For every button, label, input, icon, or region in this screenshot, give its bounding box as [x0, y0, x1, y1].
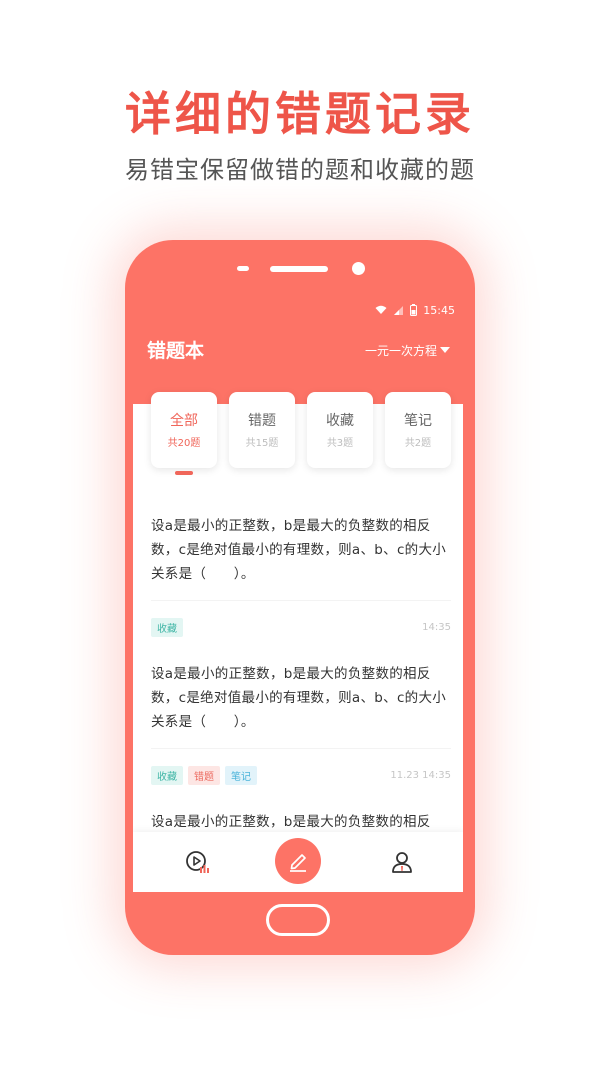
phone-speaker — [270, 266, 328, 272]
item-footer: 收藏 错题 笔记 11.23 14:35 — [151, 765, 451, 785]
active-tab-indicator — [175, 471, 193, 475]
tab-all[interactable]: 全部 共20题 — [151, 392, 217, 475]
tag-wrong: 错题 — [188, 765, 220, 785]
status-bar: 15:45 — [375, 302, 455, 318]
chapter-filter-dropdown[interactable]: 一元一次方程 — [365, 342, 450, 359]
phone-camera — [352, 262, 365, 275]
question-text: 设a是最小的正整数，b是最大的负整数的相反数，c是绝对值最小的有理数，则a、b、… — [151, 518, 447, 582]
category-tabs: 全部 共20题 错题 共15题 收藏 共3题 笔记 共2题 — [151, 392, 451, 475]
list-item[interactable]: 设a是最小的正整数，b是最大的负整数的相反数，c是绝对值最小的有理数，则a、b、… — [151, 662, 451, 810]
item-time: 11.23 14:35 — [390, 769, 451, 781]
tab-notes[interactable]: 笔记 共2题 — [385, 392, 451, 468]
user-icon — [392, 852, 412, 873]
bottom-nav — [133, 832, 463, 892]
tag-favorite: 收藏 — [151, 765, 183, 785]
tab-favorites[interactable]: 收藏 共3题 — [307, 392, 373, 468]
signal-icon — [394, 306, 404, 315]
battery-icon — [410, 304, 418, 316]
status-time: 15:45 — [423, 303, 455, 317]
item-footer: 收藏 14:35 — [151, 617, 451, 637]
tab-count: 共15题 — [245, 438, 279, 449]
wifi-icon — [375, 305, 387, 314]
item-time: 14:35 — [422, 621, 451, 633]
tab-count: 共2题 — [404, 438, 432, 449]
list-item[interactable]: 设a是最小的正整数，b是最大的负整数的相反数，c是绝对值最小的有理数，则a、b、… — [151, 514, 451, 662]
phone-frame: 15:45 错题本 一元一次方程 全部 共20题 错题 共15题 收藏 共3题 — [125, 240, 475, 955]
divider — [151, 748, 451, 749]
question-text: 设a是最小的正整数，b是最大的负整数的相反数，c是绝对值最小的有理数，则a、b、… — [151, 666, 447, 730]
nav-video-button[interactable] — [185, 850, 209, 878]
caret-down-icon — [440, 347, 450, 353]
phone-sensor — [237, 266, 249, 271]
video-play-icon — [186, 851, 209, 873]
tab-label: 错题 — [248, 413, 276, 429]
tab-count: 共3题 — [326, 438, 354, 449]
tag-note: 笔记 — [225, 765, 257, 785]
chapter-filter-label: 一元一次方程 — [364, 344, 437, 358]
tab-wrong[interactable]: 错题 共15题 — [229, 392, 295, 468]
question-text: 设a是最小的正整数，b是最大的负整数的相反 — [151, 814, 431, 830]
tab-label: 收藏 — [326, 413, 354, 429]
nav-profile-button[interactable] — [390, 850, 414, 878]
tab-label: 全部 — [170, 413, 198, 429]
promo-headline: 详细的错题记录 — [125, 87, 475, 141]
tag-favorite: 收藏 — [151, 617, 183, 637]
divider — [151, 600, 451, 601]
pencil-icon — [290, 854, 306, 872]
tab-label: 笔记 — [404, 413, 432, 429]
page-title: 错题本 — [147, 340, 205, 362]
nav-practice-button[interactable] — [275, 838, 321, 884]
tab-count: 共20题 — [167, 438, 201, 449]
phone-home-button — [266, 904, 330, 936]
promo-subline: 易错宝保留做错的题和收藏的题 — [125, 156, 475, 184]
app-screen: 15:45 错题本 一元一次方程 全部 共20题 错题 共15题 收藏 共3题 — [133, 292, 463, 892]
